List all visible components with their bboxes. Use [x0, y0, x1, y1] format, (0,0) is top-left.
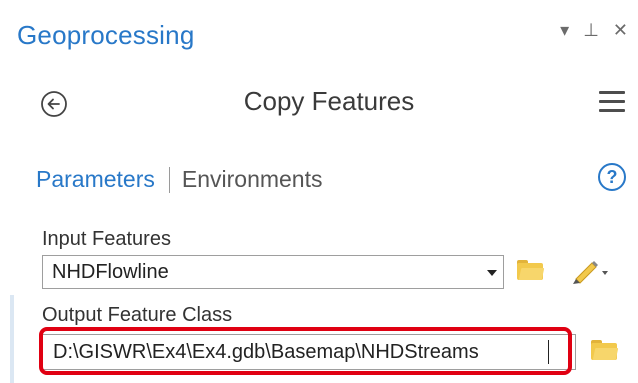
close-icon[interactable]: ✕ — [613, 20, 628, 40]
pane-title: Geoprocessing — [17, 20, 195, 50]
pane-options-icon[interactable]: ▾ — [560, 20, 569, 40]
browse-folder-icon[interactable] — [517, 260, 545, 280]
tab-strip: Parameters Environments — [36, 166, 323, 193]
output-feature-class-label: Output Feature Class — [42, 304, 233, 326]
browse-folder-icon[interactable] — [591, 340, 619, 360]
output-feature-class-input[interactable]: D:\GISWR\Ex4\Ex4.gdb\Basemap\NHDStreams — [42, 334, 576, 370]
output-feature-class-value: D:\GISWR\Ex4\Ex4.gdb\Basemap\NHDStreams — [53, 341, 479, 363]
tab-divider — [168, 166, 170, 193]
help-icon[interactable]: ? — [598, 163, 626, 191]
tab-environments[interactable]: Environments — [182, 166, 323, 193]
hamburger-menu-icon[interactable] — [599, 91, 625, 113]
input-features-value: NHDFlowline — [52, 261, 169, 283]
active-parameter-indicator — [10, 295, 14, 383]
tab-parameters[interactable]: Parameters — [36, 166, 155, 193]
pin-icon[interactable]: ⊥ — [583, 20, 599, 40]
pane-controls: ▾ ⊥ ✕ — [560, 20, 628, 40]
input-features-label: Input Features — [42, 228, 171, 250]
geoprocessing-pane: Geoprocessing ▾ ⊥ ✕ Copy Features Parame… — [0, 0, 638, 383]
edit-pencil-icon[interactable] — [570, 258, 610, 284]
input-features-dropdown[interactable]: NHDFlowline — [42, 255, 504, 289]
text-cursor — [548, 340, 549, 364]
dropdown-arrow-icon[interactable] — [487, 270, 497, 276]
tool-title: Copy Features — [243, 86, 415, 116]
